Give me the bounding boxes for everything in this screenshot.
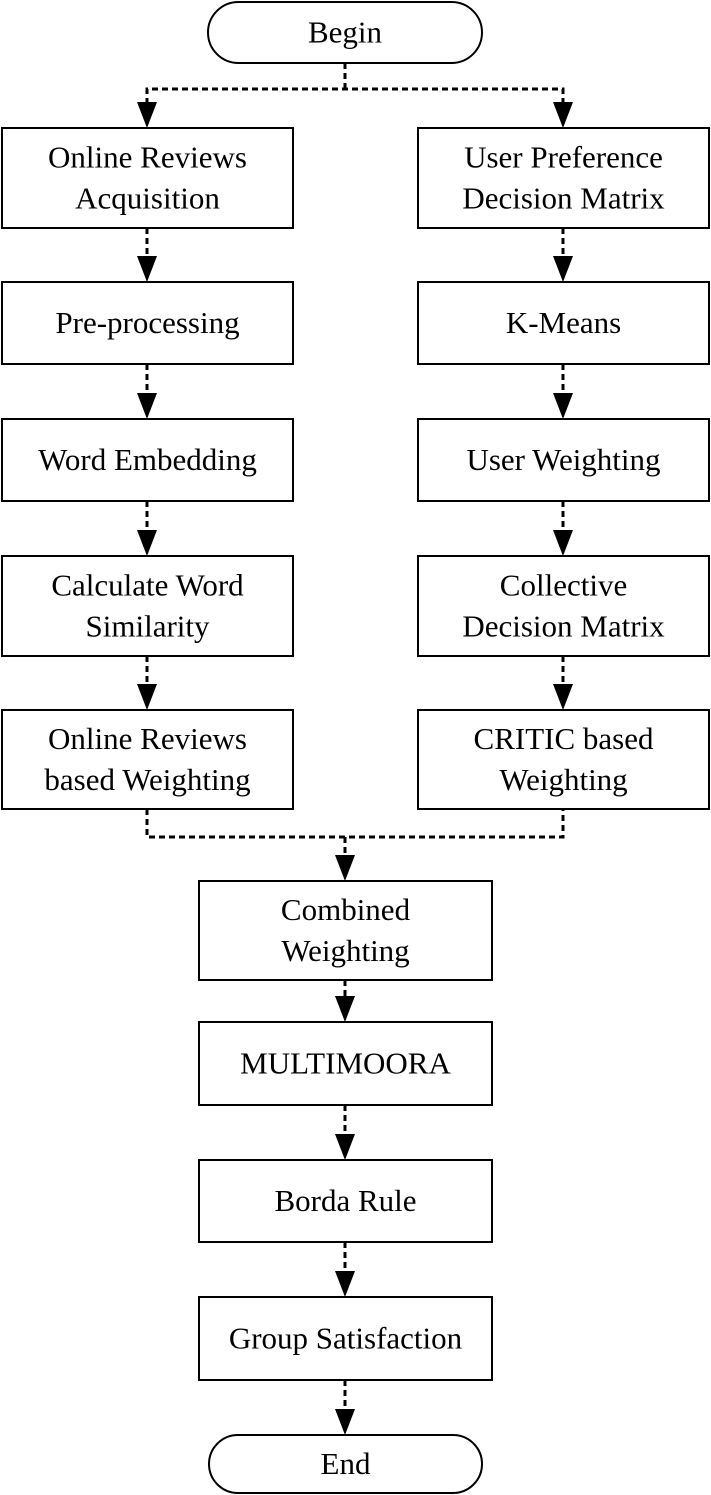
merged-step-4-label: Group Satisfaction [229,1321,463,1356]
right-step-5-label: CRITIC based [474,721,654,756]
arrow-head-icon [553,256,573,282]
left-step-1-label: Online Reviews [48,140,247,175]
arrow-head-icon [137,684,157,710]
right-step-3-label: User Weighting [466,442,660,477]
right-step-5-label: Weighting [499,762,627,797]
split-connector [145,87,565,104]
left-step-4-label: Similarity [86,609,211,644]
merge-connector [145,809,565,839]
merged-step-3-label: Borda Rule [274,1183,416,1218]
left-step-5-label: based Weighting [44,762,250,797]
right-step-4-label: Collective [500,568,627,603]
arrow-head-icon [137,256,157,282]
arrow-head-icon [335,996,355,1022]
left-step-5-label: Online Reviews [48,721,247,756]
flowchart: Begin Online Reviews Acquisition User Prefe… [1,1,710,1494]
right-step-1-label: User Preference [464,140,663,175]
arrow-head-icon [553,530,573,556]
left-step-2-label: Pre-processing [55,305,239,340]
arrow-head-icon [137,102,157,128]
arrow-head-icon [335,1409,355,1435]
arrow-head-icon [553,393,573,419]
arrow-head-icon [553,102,573,128]
end-terminal-label: End [321,1446,371,1481]
right-step-4-label: Decision Matrix [462,609,665,644]
arrow-head-icon [335,855,355,881]
merged-step-1-label: Weighting [281,933,409,968]
arrow-head-icon [335,1134,355,1160]
merged-step-1-label: Combined [281,892,411,927]
left-step-4-label: Calculate Word [51,568,244,603]
right-step-2-label: K-Means [506,305,621,340]
right-step-1-label: Decision Matrix [462,181,665,216]
begin-terminal-label: Begin [308,15,383,50]
arrow-head-icon [137,530,157,556]
arrow-head-icon [335,1271,355,1297]
merged-step-2-label: MULTIMOORA [240,1046,451,1081]
left-step-1-label: Acquisition [75,181,220,216]
arrow-head-icon [137,393,157,419]
arrow-head-icon [553,684,573,710]
left-step-3-label: Word Embedding [38,442,257,477]
